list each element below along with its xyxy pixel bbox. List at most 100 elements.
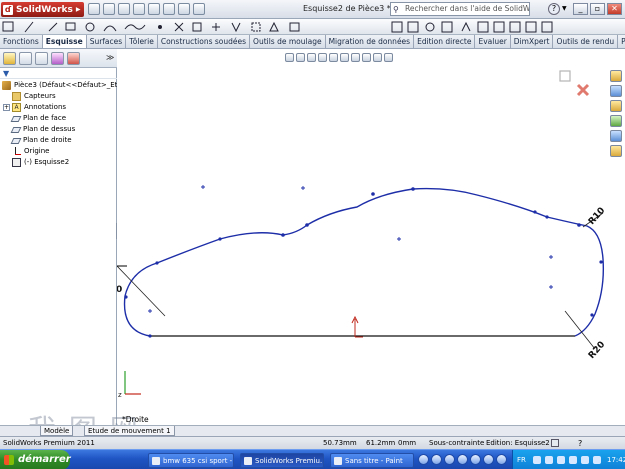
confirmation-corner[interactable] [558,67,592,101]
task-bmw[interactable]: bmw 635 csi sport - ... [148,453,234,468]
tab-produit[interactable]: Produit [618,35,625,48]
construction-point [201,185,205,189]
tab-constructions-soud-es[interactable]: Constructions soudées [157,35,251,48]
windows-taskbar: démarrer bmw 635 csi sport - ... SolidWo… [0,449,625,469]
dimxpert-tab-icon[interactable] [51,52,64,65]
help-tray-icon[interactable] [533,456,541,464]
quick-snaps-icon [289,22,300,32]
minimize-button[interactable]: _ [573,3,588,15]
start-button[interactable]: démarrer [0,450,71,469]
task-paint[interactable]: Sans titre - Paint [330,453,414,468]
tree-item-annotations[interactable]: + A Annotations [3,102,66,113]
tree-filter[interactable]: ▼ [0,68,117,79]
tab-fonctions[interactable]: Fonctions [0,35,43,48]
help-dropdown-icon[interactable]: ▼ [562,5,567,12]
browser-icon [152,457,160,465]
profile-spline [123,187,605,337]
update-icon[interactable] [593,456,601,464]
expand-toggle-icon[interactable]: + [3,104,10,111]
configurationmanager-tab-icon[interactable] [35,52,48,65]
tab-outils-de-rendu[interactable]: Outils de rendu [553,35,619,48]
arc-icon [103,25,117,32]
tab-t-lerie[interactable]: Tôlerie [126,35,158,48]
help-status-icon[interactable]: ? [578,439,582,448]
help-button[interactable]: ? [548,3,560,15]
language-indicator[interactable]: FR [517,456,526,464]
task-label: Sans titre - Paint [345,457,403,465]
tab-outils-de-moulage[interactable]: Outils de moulage [250,35,326,48]
open-document-icon[interactable] [103,3,115,15]
pause-icon[interactable] [431,454,442,465]
next-icon[interactable] [457,454,468,465]
task-solidworks[interactable]: SolidWorks Premiu... [240,453,324,468]
move-entities-icon [231,22,241,33]
construction-point [549,255,553,259]
expand-arrow-icon[interactable]: ≫ [106,53,114,62]
close-button[interactable]: ✕ [607,3,622,15]
sketch-canvas[interactable]: R10 R20 0 z [117,49,625,435]
featuremanager-tab-icon[interactable] [3,52,16,65]
graphics-area[interactable]: R10 R20 0 z [117,49,625,435]
edit-status: Edition: Esquisse2 [486,439,550,447]
help-search-input[interactable]: ⚲ Rechercher dans l'aide de SolidWorks [390,2,530,16]
network-icon[interactable] [545,456,553,464]
spline-point [371,192,375,196]
display-manager-tab-icon[interactable] [67,52,80,65]
security-icon[interactable] [581,456,589,464]
tab-dimxpert[interactable]: DimXpert [510,35,554,48]
tab-migration-de-donn-es[interactable]: Migration de données [325,35,415,48]
solidworks-logo[interactable]: ɗ SolidWorks ▶ [1,2,85,17]
construction-point [549,285,553,289]
stop-icon[interactable] [418,454,429,465]
tree-root-part[interactable]: Pièce3 (Défaut<<Défaut>_Etat d [2,80,131,91]
custom-properties-icon[interactable] [610,145,622,157]
options-icon[interactable] [193,3,205,15]
tree-item-plan-de-dessus[interactable]: Plan de dessus [10,124,75,135]
tab-modele[interactable]: Modèle [40,426,74,436]
save-icon[interactable] [118,3,130,15]
new-document-icon[interactable] [88,3,100,15]
search-icon: ⚲ [393,5,399,14]
tab-surfaces[interactable]: Surfaces [86,35,127,48]
tab-esquisse[interactable]: Esquisse [42,35,87,48]
view-palette-icon[interactable] [610,115,622,127]
tree-item-capteurs[interactable]: Capteurs [12,91,56,102]
tree-item-plan-de-droite[interactable]: Plan de droite [10,135,72,146]
solidworks-resources-icon[interactable] [610,70,622,82]
volume-icon[interactable] [470,454,481,465]
task-pane [610,70,625,160]
spline-point [281,233,285,237]
part-icon [2,81,11,90]
paint-icon [334,457,342,465]
linear-pattern-icon [441,21,453,33]
design-library-icon[interactable] [610,85,622,97]
trim-icon [174,22,184,32]
spline-point [545,215,549,219]
tree-item-esquisse2[interactable]: (-) Esquisse2 [12,157,69,168]
undo-icon[interactable] [148,3,160,15]
tab-evaluer[interactable]: Evaluer [475,35,511,48]
tab-edition-directe[interactable]: Edition directe [414,35,476,48]
print-icon[interactable] [133,3,145,15]
select-icon[interactable] [163,3,175,15]
mute-icon[interactable] [483,454,494,465]
rebuild-status-icon[interactable] [551,439,559,447]
speaker-icon[interactable] [557,456,565,464]
propertymanager-tab-icon[interactable] [19,52,32,65]
restore-button[interactable]: ▫ [590,3,605,15]
exit-sketch-icon [509,21,521,33]
smart-dimension-icon [24,21,34,33]
tree-item-origine[interactable]: Origine [12,146,49,157]
previous-icon[interactable] [444,454,455,465]
tree-item-label: Annotations [24,103,67,111]
feature-manager-panel: ≫ ▼ Pièce3 (Défaut<<Défaut>_Etat d Capte… [0,49,131,435]
antivirus-icon[interactable] [569,456,577,464]
file-explorer-icon[interactable] [610,100,622,112]
media-menu-icon[interactable] [496,454,507,465]
annotations-icon: A [12,103,21,112]
tree-item-plan-de-face[interactable]: Plan de face [10,113,66,124]
rebuild-icon[interactable] [178,3,190,15]
tab-etude-mouvement[interactable]: Etude de mouvement 1 [84,426,175,436]
appearances-icon[interactable] [610,130,622,142]
offset-entities-icon [461,21,471,32]
